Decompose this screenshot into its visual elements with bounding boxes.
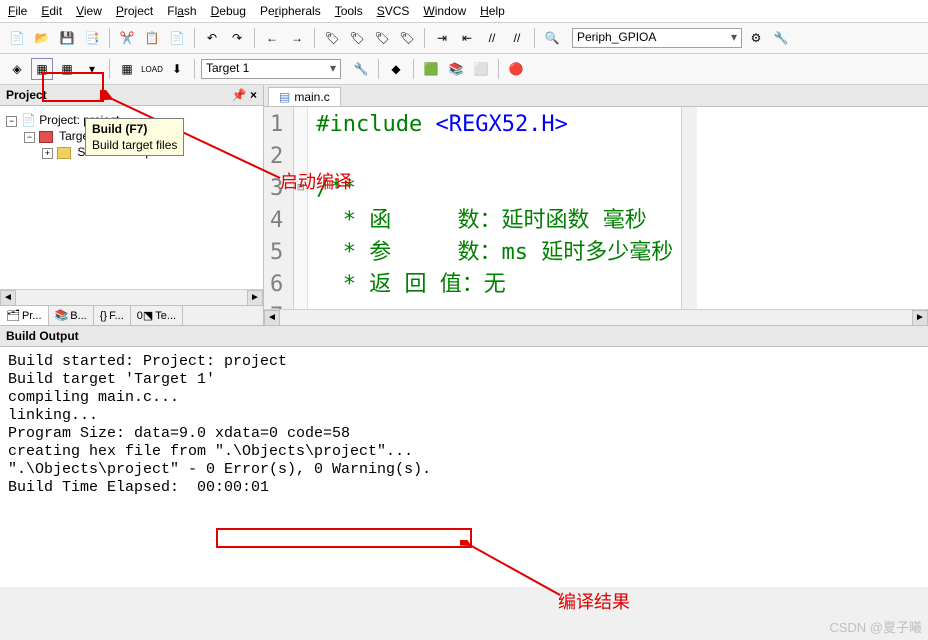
folder-icon xyxy=(57,147,71,159)
config-button[interactable]: ⬜ xyxy=(470,58,492,80)
expand-icon[interactable]: + xyxy=(42,148,53,159)
project-title-label: Project xyxy=(6,88,47,102)
undo-button[interactable]: ↶ xyxy=(201,27,223,49)
target-icon xyxy=(39,131,53,143)
output-title: Build Output xyxy=(0,325,928,347)
tooltip-title: Build (F7) xyxy=(92,122,147,136)
menu-tools[interactable]: Tools xyxy=(335,4,363,18)
paste-button[interactable]: 📄 xyxy=(166,27,188,49)
comment-button[interactable]: // xyxy=(481,27,503,49)
scroll-left-icon[interactable]: ◄ xyxy=(264,310,280,326)
menu-window[interactable]: Window xyxy=(423,4,466,18)
redo-button[interactable]: ↷ xyxy=(226,27,248,49)
rebuild-button[interactable]: ▦ xyxy=(56,58,78,80)
stop-build-button[interactable]: ⬇ xyxy=(166,58,188,80)
menu-bar: File Edit View Project Flash Debug Perip… xyxy=(0,0,928,23)
editor-tabs: ▤ main.c xyxy=(264,85,928,107)
build-button[interactable]: ▦ xyxy=(31,58,53,80)
panel-pin-icon[interactable]: 📌 × xyxy=(232,88,257,102)
code-content[interactable]: #include <REGX52.H> /** * 函 数：延时函数 毫秒 * … xyxy=(308,107,681,309)
copy-button[interactable]: 📋 xyxy=(141,27,163,49)
fold-column[interactable]: ⊟ xyxy=(294,107,308,309)
options-button[interactable]: 🔧 xyxy=(770,27,792,49)
line-numbers: 1234567 xyxy=(264,107,294,309)
new-file-button[interactable]: 📄 xyxy=(6,27,28,49)
bookmark-clear-button[interactable]: 🏷 xyxy=(396,27,418,49)
menu-help[interactable]: Help xyxy=(480,4,505,18)
manage-components-button[interactable]: ◆ xyxy=(385,58,407,80)
nav-forward-button[interactable]: → xyxy=(286,27,308,49)
editor-tab-mainc[interactable]: ▤ main.c xyxy=(268,87,341,106)
pack-installer-button[interactable]: 🟩 xyxy=(420,58,442,80)
save-all-button[interactable]: 📑 xyxy=(81,27,103,49)
code-line-4: * 函 数：延时函数 毫秒 xyxy=(316,208,646,233)
main-toolbar: 📄 📂 💾 📑 ✂️ 📋 📄 ↶ ↷ ← → 🏷 🏷 🏷 🏷 ⇥ ⇤ // //… xyxy=(0,23,928,54)
file-icon: ▤ xyxy=(279,90,290,104)
menu-edit[interactable]: Edit xyxy=(41,4,62,18)
translate-button[interactable]: ◈ xyxy=(6,58,28,80)
project-hscroll[interactable]: ◄ ► xyxy=(0,289,263,305)
build-output[interactable]: Build started: Project: project Build ta… xyxy=(0,347,928,587)
project-panel-title: Project 📌 × xyxy=(0,85,263,106)
editor-tab-label: main.c xyxy=(294,90,329,104)
collapse-icon[interactable]: − xyxy=(6,116,17,127)
tooltip-desc: Build target files xyxy=(92,138,177,152)
tab-project-label: Pr... xyxy=(22,310,42,322)
open-file-button[interactable]: 📂 xyxy=(31,27,53,49)
annotation-start-compile: 启动编译 xyxy=(280,168,352,194)
uncomment-button[interactable]: // xyxy=(506,27,528,49)
cut-button[interactable]: ✂️ xyxy=(116,27,138,49)
tab-functions[interactable]: {} F... xyxy=(94,306,131,325)
tab-books-label: B... xyxy=(70,310,87,322)
books-button[interactable]: 📚 xyxy=(445,58,467,80)
annotation-compile-result: 编译结果 xyxy=(558,588,630,614)
tab-templates[interactable]: 0⬔ Te... xyxy=(131,306,183,325)
editor-hscroll[interactable]: ◄ ► xyxy=(264,309,928,325)
watermark: CSDN @夏子曦 xyxy=(829,617,922,636)
editor-vscroll[interactable] xyxy=(681,107,697,309)
code-line-6: * 返 回 值：无 xyxy=(316,272,505,297)
project-panel-tabs: 🗂 Pr... 📚 B... {} F... 0⬔ Te... xyxy=(0,305,263,325)
nav-back-button[interactable]: ← xyxy=(261,27,283,49)
save-button[interactable]: 💾 xyxy=(56,27,78,49)
bookmark-next-button[interactable]: 🏷 xyxy=(371,27,393,49)
download-button[interactable]: LOAD xyxy=(141,58,163,80)
find-button[interactable]: 🔍 xyxy=(541,27,563,49)
outdent-button[interactable]: ⇤ xyxy=(456,27,478,49)
target-dropdown[interactable]: Target 1 xyxy=(201,59,341,79)
tab-books[interactable]: 📚 B... xyxy=(49,306,94,325)
editor-area: ▤ main.c 1234567 ⊟ #include <REGX52.H> /*… xyxy=(264,85,928,325)
menu-flash[interactable]: Flash xyxy=(167,4,196,18)
build-tooltip: Build (F7) Build target files xyxy=(85,118,184,156)
menu-peripherals[interactable]: Peripherals xyxy=(260,4,321,18)
debug-button[interactable]: 🔴 xyxy=(505,58,527,80)
tab-functions-label: F... xyxy=(109,310,124,322)
bookmark-prev-button[interactable]: 🏷 xyxy=(346,27,368,49)
scroll-left-icon[interactable]: ◄ xyxy=(0,290,16,306)
bookmark-button[interactable]: 🏷 xyxy=(321,27,343,49)
code-area[interactable]: 1234567 ⊟ #include <REGX52.H> /** * 函 数：… xyxy=(264,107,928,309)
target-options-button[interactable]: 🔧 xyxy=(350,58,372,80)
batch-build-button[interactable]: ▦ xyxy=(116,58,138,80)
periph-dropdown[interactable]: Periph_GPIOA xyxy=(572,28,742,48)
menu-project[interactable]: Project xyxy=(116,4,153,18)
collapse-icon[interactable]: − xyxy=(24,132,35,143)
tab-templates-label: Te... xyxy=(155,310,176,322)
scroll-right-icon[interactable]: ► xyxy=(912,310,928,326)
code-line-5: * 参 数：ms 延时多少毫秒 xyxy=(316,240,673,265)
config-wizard-button[interactable]: ⚙ xyxy=(745,27,767,49)
build-dropdown-icon[interactable]: ▾ xyxy=(81,58,103,80)
indent-button[interactable]: ⇥ xyxy=(431,27,453,49)
menu-svcs[interactable]: SVCS xyxy=(377,4,410,18)
tab-project[interactable]: 🗂 Pr... xyxy=(0,306,49,325)
scroll-right-icon[interactable]: ► xyxy=(247,290,263,306)
menu-view[interactable]: View xyxy=(76,4,102,18)
menu-debug[interactable]: Debug xyxy=(211,4,246,18)
menu-file[interactable]: File xyxy=(8,4,27,18)
build-toolbar: ◈ ▦ ▦ ▾ ▦ LOAD ⬇ Target 1 🔧 ◆ 🟩 📚 ⬜ 🔴 xyxy=(0,54,928,85)
